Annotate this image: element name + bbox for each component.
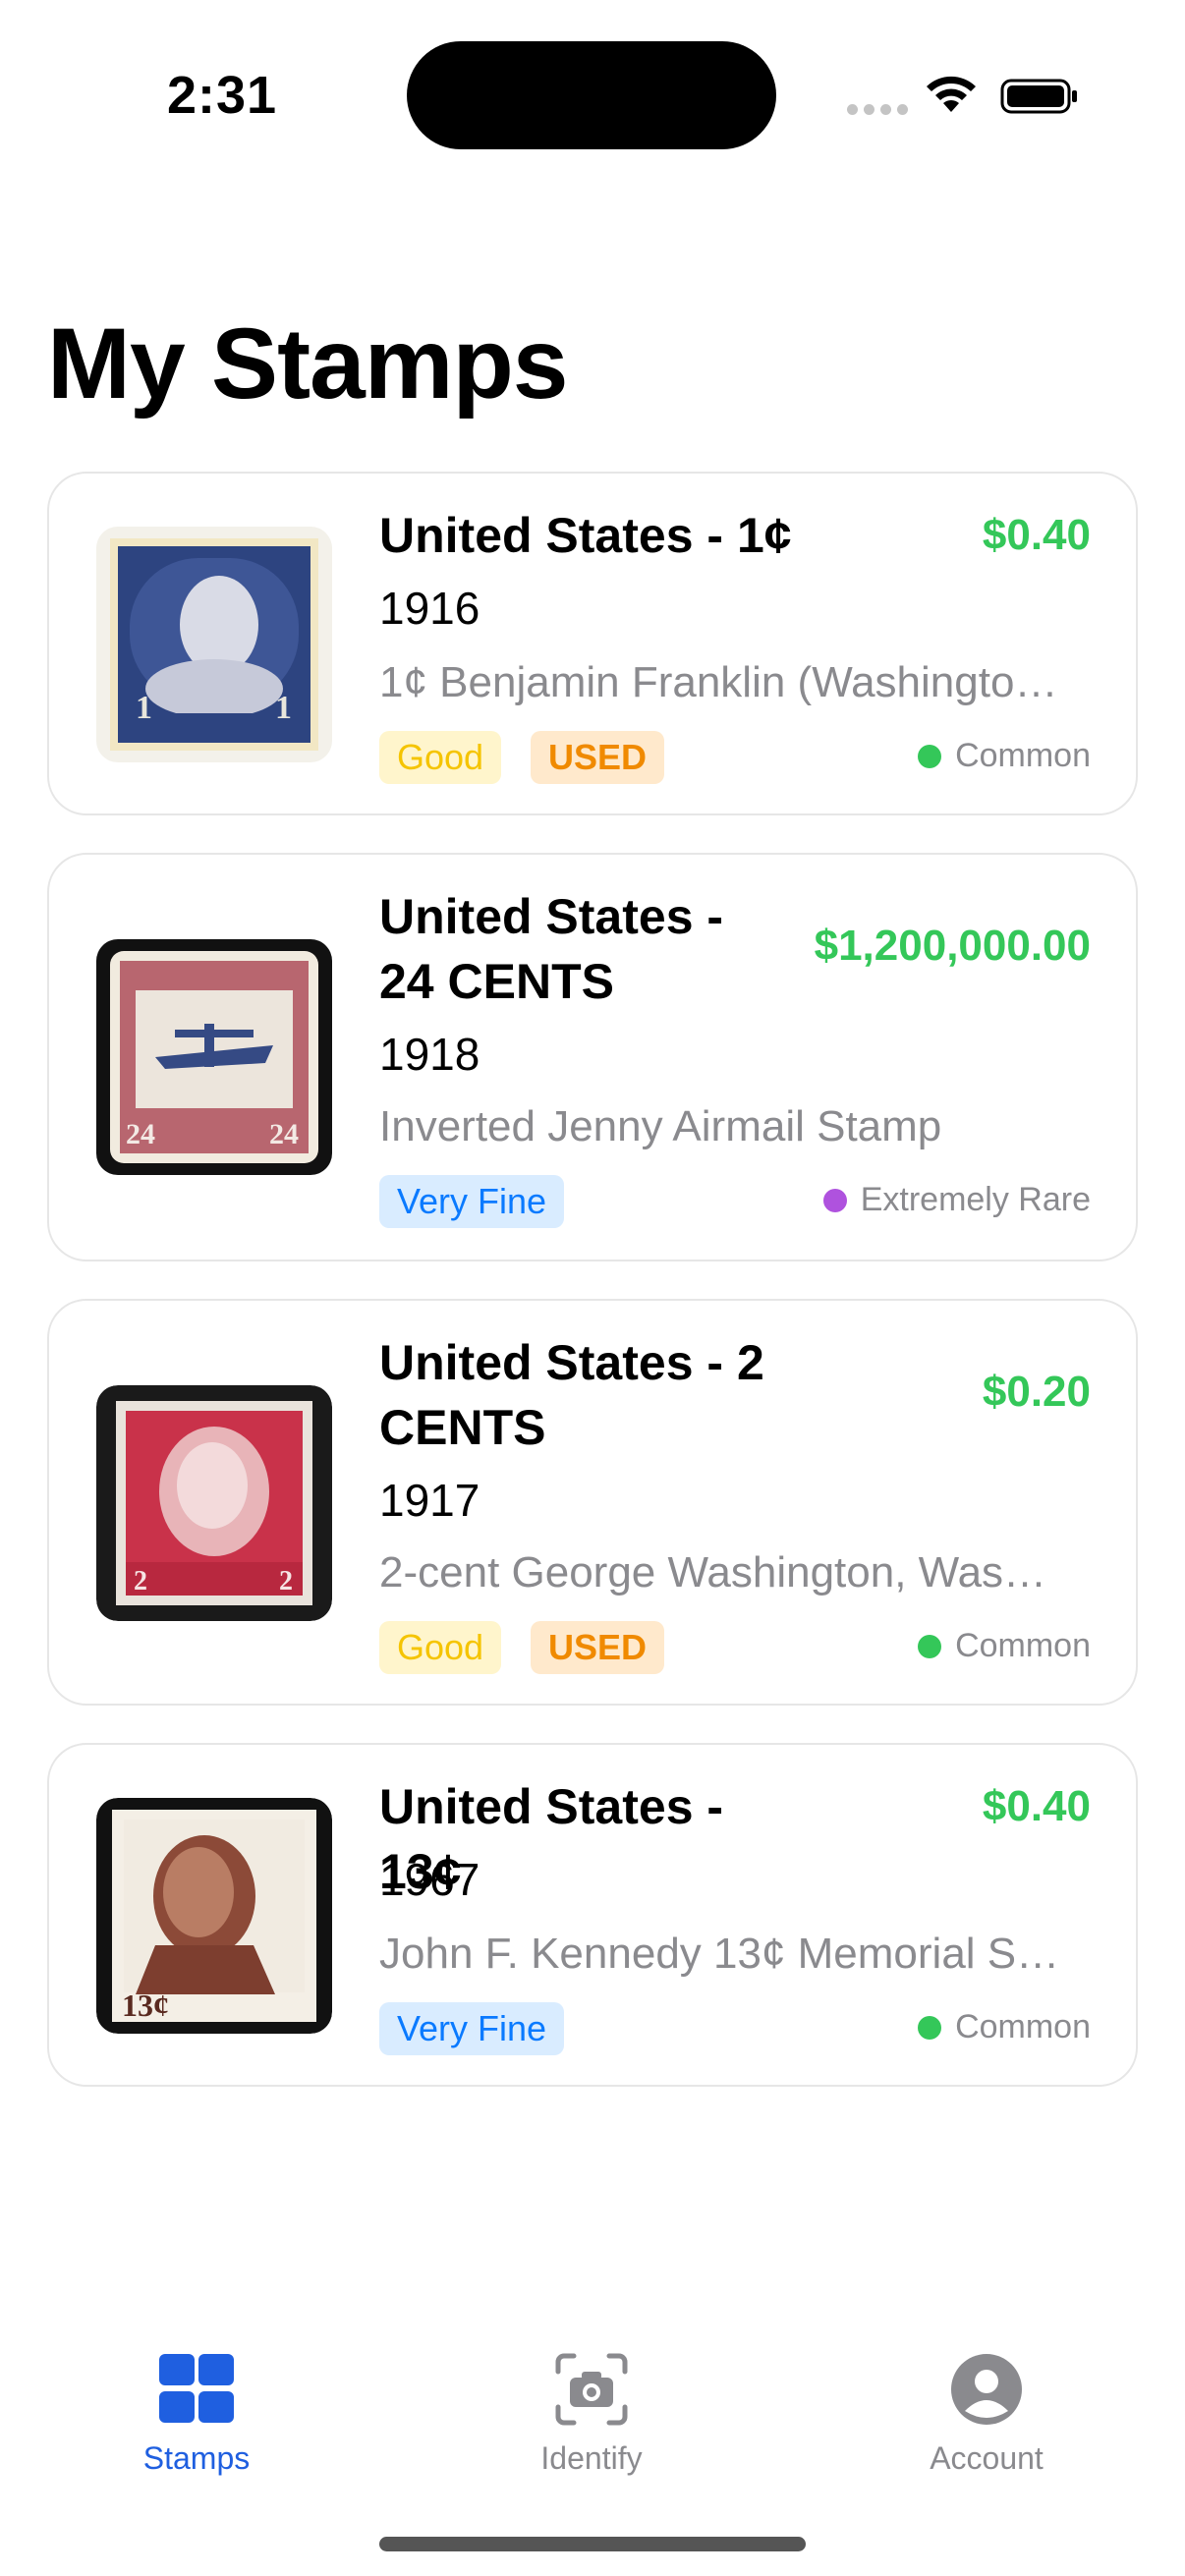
stamp-thumbnail-inverted-jenny: 24 24 [96, 939, 332, 1175]
tab-bar: Stamps Identify Account [0, 2328, 1185, 2486]
stamp-description: John F. Kennedy 13¢ Memorial Stamp [379, 1930, 1067, 1978]
stamp-name: United States - 2 CENTS [379, 1335, 764, 1455]
wifi-icon [927, 76, 976, 112]
status-bar: 2:31 [0, 0, 1185, 187]
status-time: 2:31 [167, 66, 278, 125]
condition-badge: Very Fine [379, 1175, 565, 1228]
svg-text:2: 2 [134, 1566, 147, 1596]
condition-badge: Very Fine [379, 2002, 565, 2055]
stamp-card-washington[interactable]: 2 2 United States - 2 CENTS 1917 2-cent … [47, 1299, 1138, 1706]
home-indicator[interactable] [379, 2537, 806, 2551]
stamp-thumbnail-franklin: 1 1 [96, 527, 332, 762]
condition-badge: Good [379, 1621, 502, 1674]
tab-account[interactable]: Account [888, 2328, 1085, 2477]
stamp-name: United States - 24 CENTS [379, 889, 724, 1009]
stamp-year: 1918 [379, 1029, 480, 1080]
tab-label: Account [930, 2440, 1044, 2476]
rarity-dot-icon [918, 2015, 942, 2040]
rarity-label: Common [955, 1627, 1091, 1664]
battery-icon [1000, 79, 1077, 114]
tab-label: Identify [540, 2440, 643, 2476]
stamp-description: Inverted Jenny Airmail Stamp [379, 1102, 942, 1150]
stamp-description: 2-cent George Washington, Washington-Fra… [379, 1548, 1067, 1596]
stamp-card-inverted-jenny[interactable]: 24 24 United States - 24 CENTS 1918 Inve… [47, 853, 1138, 1261]
stamp-card-kennedy[interactable]: 13¢ United States - 13¢ 1967 John F. Ken… [47, 1743, 1138, 2087]
svg-text:2: 2 [279, 1566, 293, 1596]
rarity-label: Extremely Rare [860, 1181, 1091, 1218]
stamp-thumbnail-washington: 2 2 [96, 1385, 332, 1621]
condition-badge: Good [379, 731, 502, 784]
usage-badge: USED [531, 1621, 665, 1674]
rarity-label: Common [955, 737, 1091, 774]
rarity-indicator: Common [918, 2008, 1091, 2046]
camera-scan-icon [555, 2353, 628, 2426]
stamp-price: $0.40 [982, 511, 1091, 559]
page-title: My Stamps [47, 308, 568, 420]
stamp-year: 1967 [379, 1854, 480, 1905]
tab-stamps[interactable]: Stamps [98, 2328, 295, 2477]
tab-label: Stamps [142, 2440, 251, 2476]
stamp-year: 1916 [379, 583, 480, 634]
stamp-price: $1,200,000.00 [814, 922, 1091, 970]
svg-text:24: 24 [126, 1118, 155, 1150]
stamp-price: $0.40 [982, 1782, 1091, 1830]
grid-icon [159, 2354, 234, 2423]
svg-text:24: 24 [269, 1118, 299, 1150]
svg-text:1: 1 [275, 690, 292, 726]
rarity-label: Common [955, 2008, 1091, 2045]
stamp-card-franklin[interactable]: 1 1 United States - 1¢ 1916 1¢ Benjamin … [47, 472, 1138, 815]
rarity-dot-icon [822, 1188, 847, 1212]
stamp-name: United States - 1¢ [379, 508, 792, 563]
stamp-description: 1¢ Benjamin Franklin (Washington-Frankli… [379, 658, 1067, 706]
svg-text:13¢: 13¢ [122, 1988, 169, 2023]
stamp-thumbnail-kennedy: 13¢ [96, 1798, 332, 2034]
rarity-dot-icon [918, 1634, 942, 1658]
rarity-indicator: Common [918, 1627, 1091, 1665]
stamp-year: 1917 [379, 1475, 480, 1526]
stamp-price: $0.20 [982, 1368, 1091, 1416]
rarity-indicator: Common [918, 737, 1091, 775]
rarity-dot-icon [918, 744, 942, 768]
svg-text:1: 1 [136, 690, 152, 726]
usage-badge: USED [531, 731, 665, 784]
rarity-indicator: Extremely Rare [822, 1181, 1091, 1219]
tab-identify[interactable]: Identify [493, 2328, 690, 2477]
dynamic-island [407, 41, 776, 149]
cellular-signal-icon [847, 104, 908, 115]
person-circle-icon [951, 2354, 1022, 2425]
